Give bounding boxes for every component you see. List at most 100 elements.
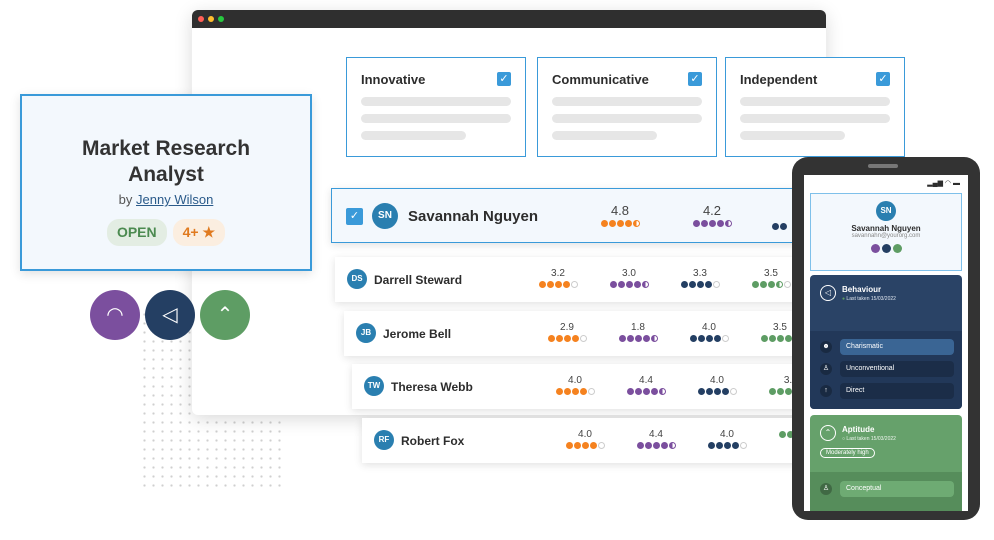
rating-dot <box>778 431 786 438</box>
candidate-name: Jerome Bell <box>383 327 452 341</box>
rating-dots <box>528 281 588 288</box>
skeleton-line <box>361 97 511 106</box>
rating-dot <box>608 220 616 227</box>
rating-dots <box>679 335 739 342</box>
author-link[interactable]: Jenny Wilson <box>136 192 213 207</box>
rating-badge: 4+ ★ <box>172 219 226 246</box>
job-title-line: Market Research <box>81 137 251 160</box>
direct-icon: ↑ <box>820 385 832 397</box>
checkbox-checked[interactable]: ✓ <box>876 72 890 86</box>
conceptual-icon: ♙ <box>820 483 832 495</box>
close-dot[interactable] <box>198 16 204 22</box>
trait-label: Innovative <box>361 72 426 87</box>
skeleton-line <box>552 114 702 123</box>
rating-dot <box>626 388 634 395</box>
rating-dot <box>644 442 652 449</box>
rating-dot <box>570 281 578 288</box>
rating-dot <box>692 220 700 227</box>
trait-card[interactable]: Innovative ✓ <box>346 57 526 157</box>
aptitude-last-taken: ○ Last taken 15/03/2022 <box>842 436 896 442</box>
rating-dot <box>697 388 705 395</box>
profile-card[interactable]: SN Savannah Nguyen savannahn@yourorg.com <box>810 193 962 271</box>
aptitude-gauge-icon[interactable]: ◠ <box>90 290 140 340</box>
behaviour-icon: ◁ <box>820 285 836 301</box>
score-value: 3.3 <box>693 268 707 279</box>
rating-dot <box>729 388 737 395</box>
score: 3.0 <box>599 268 659 288</box>
rating-dot <box>634 335 642 342</box>
rating-dot <box>652 442 660 449</box>
candidate-row[interactable]: JB Jerome Bell 2.9 1.8 4.0 3.5 <box>344 311 814 356</box>
candidate-name: Theresa Webb <box>391 380 473 394</box>
score: 4.8 <box>590 203 650 227</box>
rating-dot <box>565 442 573 449</box>
behaviour-card[interactable]: ◁ Behaviour ● Last taken 15/03/2022 ☻ Ch… <box>810 275 962 409</box>
checkbox-checked[interactable]: ✓ <box>346 208 363 225</box>
checkbox-checked[interactable]: ✓ <box>688 72 702 86</box>
rating-dot <box>642 335 650 342</box>
rating-dot <box>715 442 723 449</box>
rating-dot <box>696 281 704 288</box>
skeleton-line <box>740 97 890 106</box>
trait-pill[interactable]: Unconventional <box>840 361 954 377</box>
rating-dot <box>562 281 570 288</box>
score: 4.4 <box>616 375 676 395</box>
rating-dot <box>579 335 587 342</box>
phone-speaker <box>868 164 898 168</box>
trait-card[interactable]: Independent ✓ <box>725 57 905 157</box>
avatar: TW <box>364 376 384 396</box>
rating-dot <box>660 442 668 449</box>
maximize-dot[interactable] <box>218 16 224 22</box>
score-value: 3.2 <box>551 268 565 279</box>
aptitude-card[interactable]: ⌃ Aptitude ○ Last taken 15/03/2022 Moder… <box>810 415 962 511</box>
aptitude-level-badge: Moderately high <box>820 448 875 458</box>
rating-dots <box>590 220 650 227</box>
score: 4.0 <box>545 375 605 395</box>
status-badge: OPEN <box>106 219 167 246</box>
rating-dot <box>546 281 554 288</box>
rating-dot <box>759 281 767 288</box>
rating-dot <box>555 388 563 395</box>
ruler-roof-icon[interactable]: ⌃ <box>200 290 250 340</box>
rating-dot <box>784 388 792 395</box>
rating-dot <box>589 442 597 449</box>
rating-dot <box>632 220 640 227</box>
checkbox-checked[interactable]: ✓ <box>497 72 511 86</box>
rating-dot <box>634 388 642 395</box>
score-value: 4.4 <box>649 429 663 440</box>
trait-pill[interactable]: Conceptual <box>840 481 954 497</box>
behaviour-mini-icon <box>881 244 891 253</box>
rating-dot <box>689 335 697 342</box>
rating-dot <box>713 335 721 342</box>
trait-pill[interactable]: Direct <box>840 383 954 399</box>
score: 4.0 <box>697 429 757 449</box>
candidate-row[interactable]: RF Robert Fox 4.0 4.4 4.0 <box>362 418 832 463</box>
rating-dot <box>772 223 779 230</box>
status-bar-icons: ▂▄▆ ◠ ▬ <box>927 180 960 187</box>
rating-dot <box>625 281 633 288</box>
rating-dots <box>626 442 686 449</box>
score: 4.0 <box>687 375 747 395</box>
behaviour-last-taken: ● Last taken 15/03/2022 <box>842 296 896 302</box>
trait-pill[interactable]: Charismatic <box>840 339 954 355</box>
last-taken-text: Last taken 15/03/2022 <box>846 436 896 442</box>
score: 4.4 <box>626 429 686 449</box>
skills-mini-icon <box>892 244 902 253</box>
rating-dot <box>616 220 624 227</box>
rating-dot <box>723 442 731 449</box>
candidate-row[interactable]: DS Darrell Steward 3.2 3.0 3.3 3.5 <box>335 257 805 302</box>
behaviour-arrow-icon[interactable]: ◁ <box>145 290 195 340</box>
rating-dot <box>713 388 721 395</box>
minimize-dot[interactable] <box>208 16 214 22</box>
by-label: by <box>118 192 133 207</box>
score-value: 4.0 <box>568 375 582 386</box>
job-card[interactable]: Market Research Analyst by Jenny Wilson O… <box>20 94 312 271</box>
rating-dots <box>697 442 757 449</box>
rating-dot <box>609 281 617 288</box>
rating-dot <box>697 335 705 342</box>
rating-dot <box>712 281 720 288</box>
candidate-row[interactable]: TW Theresa Webb 4.0 4.4 4.0 3. <box>352 364 822 409</box>
selected-candidate-row[interactable]: ✓ SN Savannah Nguyen 4.8 4.2 <box>331 188 815 243</box>
rating-dot <box>700 220 708 227</box>
trait-card[interactable]: Communicative ✓ <box>537 57 717 157</box>
